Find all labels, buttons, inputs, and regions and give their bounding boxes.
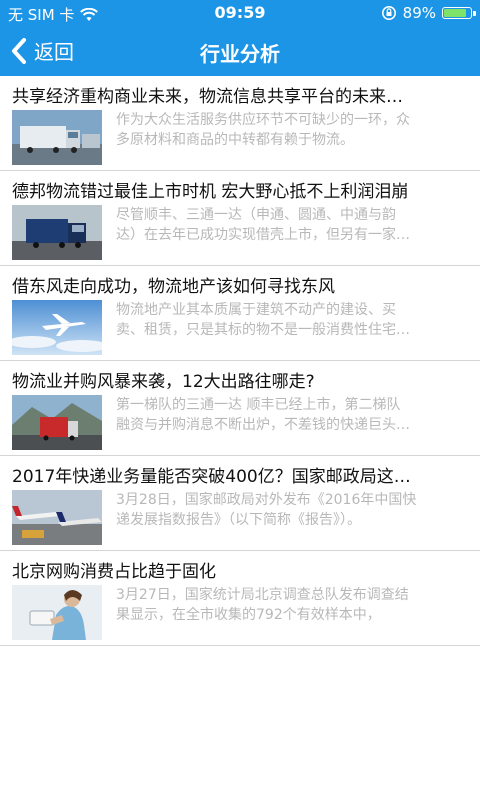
list-item[interactable]: 德邦物流错过最佳上市时机 宏大野心抵不上利润泪崩 尽管顺丰、三通一达（申通、圆通… — [0, 171, 480, 266]
rotation-lock-icon — [381, 6, 396, 20]
article-title: 2017年快递业务量能否突破400亿？国家邮政局这… — [12, 467, 411, 487]
article-summary: 3月28日，国家邮政局对外发布《2016年中国快 递发展指数报告》（以下简称《报… — [116, 492, 417, 528]
list-item[interactable]: 北京网购消费占比趋于固化 3月27日，国家统计局北京调查总队发布调查结 果显示，… — [0, 551, 480, 646]
article-title: 北京网购消费占比趋于固化 — [12, 562, 216, 582]
page-title: 行业分析 — [200, 42, 280, 66]
battery-percent: 89% — [402, 4, 436, 22]
list-item[interactable]: 借东风走向成功，物流地产该如何寻找东风 物流地产业其本质属于建筑不动产的建设、买… — [0, 266, 480, 361]
list-item[interactable]: 共享经济重构商业未来，物流信息共享平台的未来… 作为大众生活服务供应环节不可缺少… — [0, 76, 480, 171]
article-thumbnail — [12, 490, 102, 545]
article-title: 物流业并购风暴来袭，12大出路往哪走? — [12, 372, 315, 392]
article-summary: 第一梯队的三通一达 顺丰已经上市，第二梯队 融资与并购消息不断出炉，不差钱的快递… — [116, 397, 410, 433]
article-summary: 作为大众生活服务供应环节不可缺少的一环，众 多原材料和商品的中转都有赖于物流。 — [116, 112, 410, 148]
nav-bar: 返回 行业分析 — [0, 26, 480, 76]
status-bar: 无 SIM 卡 09:59 89% — [0, 0, 480, 26]
article-thumbnail — [12, 395, 102, 450]
article-thumbnail — [12, 110, 102, 165]
article-thumbnail — [12, 205, 102, 260]
article-list: 共享经济重构商业未来，物流信息共享平台的未来… 作为大众生活服务供应环节不可缺少… — [0, 76, 480, 646]
article-summary: 物流地产业其本质属于建筑不动产的建设、买 卖、租赁，只是其标的物不是一般消费性住… — [116, 302, 410, 338]
article-thumbnail — [12, 300, 102, 355]
article-summary: 3月27日，国家统计局北京调查总队发布调查结 果显示，在全市收集的792个有效样… — [116, 587, 409, 623]
header: 无 SIM 卡 09:59 89% 返回 行业分析 — [0, 0, 480, 76]
article-title: 借东风走向成功，物流地产该如何寻找东风 — [12, 277, 335, 297]
article-title: 共享经济重构商业未来，物流信息共享平台的未来… — [12, 87, 403, 107]
list-item[interactable]: 物流业并购风暴来袭，12大出路往哪走? 第一梯队的三通一达 顺丰已经上市，第二梯… — [0, 361, 480, 456]
article-summary: 尽管顺丰、三通一达（申通、圆通、中通与韵 达）在去年已成功实现借壳上市，但另有一… — [116, 207, 410, 243]
article-thumbnail — [12, 585, 102, 640]
battery-icon — [442, 7, 476, 19]
list-item[interactable]: 2017年快递业务量能否突破400亿？国家邮政局这… 3月28日，国家邮政局对外… — [0, 456, 480, 551]
article-title: 德邦物流错过最佳上市时机 宏大野心抵不上利润泪崩 — [12, 182, 409, 202]
